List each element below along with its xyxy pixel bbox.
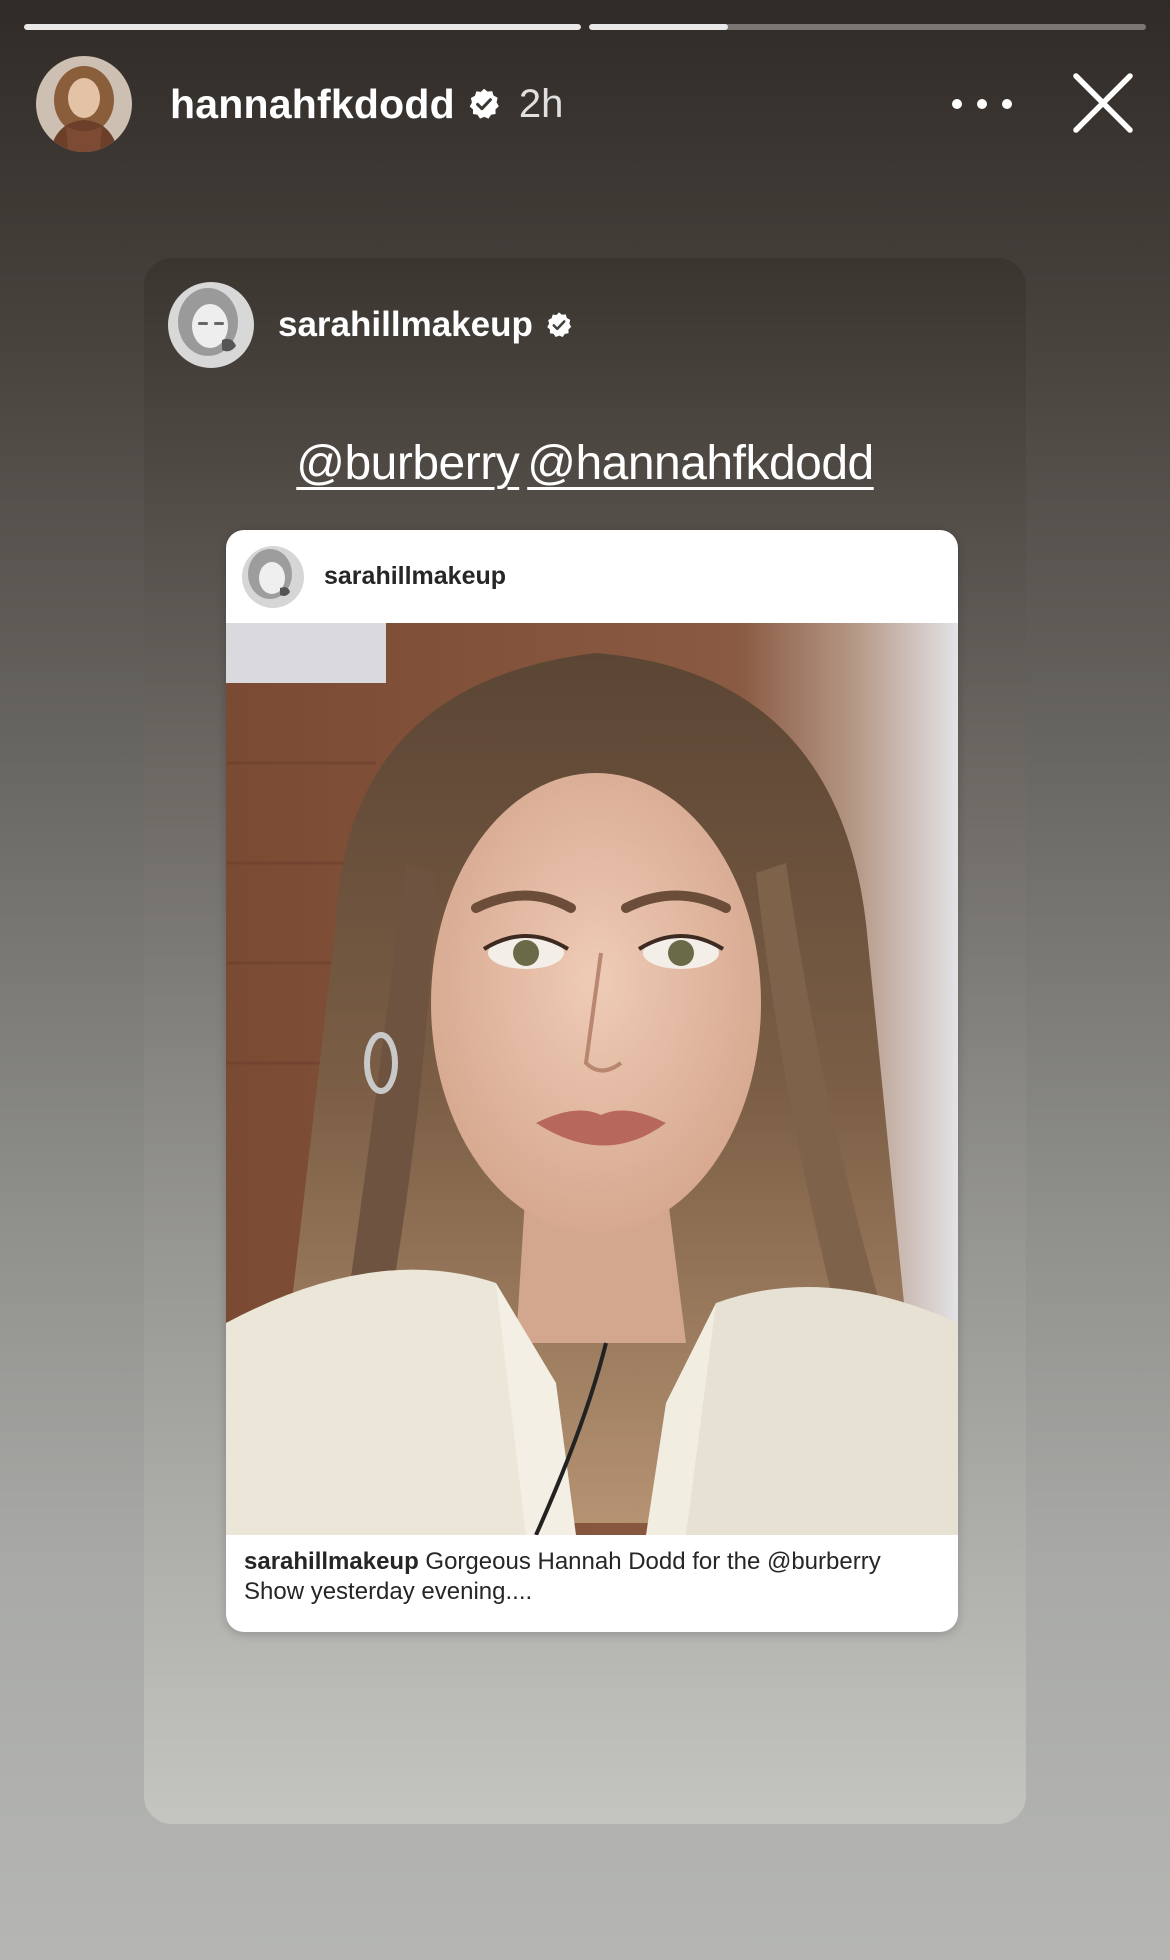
- post-avatar: [242, 545, 304, 608]
- post-header: sarahillmakeup: [226, 530, 958, 623]
- progress-segment-2: [589, 24, 1146, 30]
- story-progress: [24, 24, 1146, 30]
- post-caption: sarahillmakeup Gorgeous Hannah Dodd for …: [244, 1547, 942, 1607]
- mention-burberry[interactable]: @burberry: [296, 437, 519, 490]
- shared-story-card[interactable]: sarahillmakeup @burberry @hannahfkdodd sa…: [144, 258, 1026, 1824]
- verified-badge-icon: [469, 88, 499, 119]
- caption-username: sarahillmakeup: [244, 1548, 419, 1575]
- more-options-icon[interactable]: [952, 86, 1012, 122]
- story-header: hannahfkdodd 2h: [36, 56, 1134, 152]
- avatar[interactable]: [36, 56, 132, 152]
- close-icon[interactable]: [1072, 72, 1134, 134]
- post-username: sarahillmakeup: [324, 562, 507, 590]
- embedded-post[interactable]: sarahillmakeup sarahillmakeup Gorgeous H…: [226, 530, 958, 1632]
- progress-segment-1: [24, 24, 581, 30]
- verified-badge-icon: [547, 312, 572, 338]
- shared-header: sarahillmakeup: [168, 282, 573, 368]
- mention-stickers: @burberry @hannahfkdodd: [144, 436, 1026, 491]
- post-time: 2h: [518, 81, 564, 126]
- story-username[interactable]: hannahfkdodd: [170, 81, 455, 128]
- shared-avatar[interactable]: [168, 282, 254, 368]
- shared-username[interactable]: sarahillmakeup: [278, 305, 533, 345]
- post-photo: [226, 623, 958, 1535]
- mention-hannahfkdodd[interactable]: @hannahfkdodd: [527, 437, 874, 490]
